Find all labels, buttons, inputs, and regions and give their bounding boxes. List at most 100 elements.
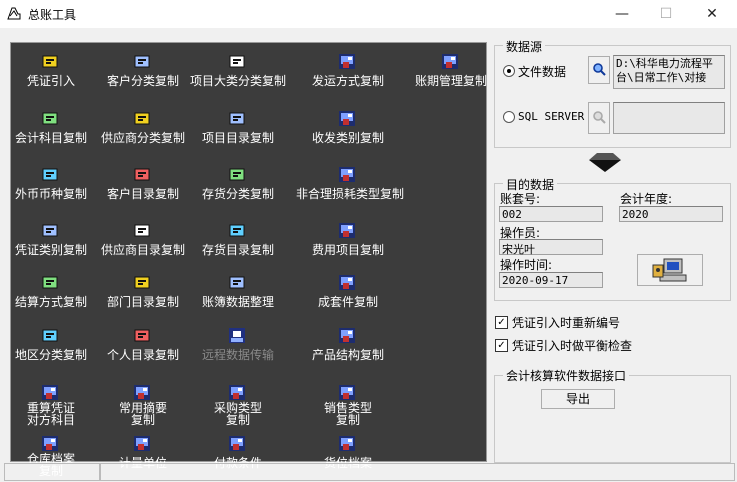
account-set-label: 账套号: xyxy=(500,192,541,206)
tool-25[interactable]: 重算凭证 对方科目 xyxy=(0,384,103,426)
balance-check-checkbox[interactable]: ✓ xyxy=(495,339,508,352)
tool-19[interactable]: 账簿数据整理 xyxy=(186,274,290,316)
personal-list-icon xyxy=(134,329,150,342)
generic-tool-icon xyxy=(339,275,355,290)
tool-28[interactable]: 销售类型 复制 xyxy=(296,384,400,426)
customer-category-icon xyxy=(134,55,150,68)
tool-label: 客户分类复制 xyxy=(106,74,179,88)
tool-8[interactable]: 收发类别复制 xyxy=(296,110,400,152)
file-path-field[interactable]: D:\科华电力流程平台\日常工作\对接 xyxy=(613,55,725,89)
minimize-button[interactable]: — xyxy=(599,0,645,28)
magnifier-icon xyxy=(593,111,606,124)
generic-tool-icon xyxy=(339,436,355,451)
tool-22[interactable]: 个人目录复制 xyxy=(91,327,195,369)
tool-21[interactable]: 地区分类复制 xyxy=(0,327,103,369)
tool-label: 非合理损耗类型复制 xyxy=(296,187,405,201)
tool-14[interactable]: 供应商目录复制 xyxy=(91,222,195,264)
down-arrow-icon xyxy=(589,153,621,172)
tool-label: 凭证类别复制 xyxy=(14,243,87,257)
optime-label: 操作时间: xyxy=(500,258,553,272)
inventory-category-icon xyxy=(229,168,245,181)
tool-27[interactable]: 采购类型 复制 xyxy=(186,384,290,426)
sql-server-radio[interactable] xyxy=(503,111,515,123)
window-title: 总账工具 xyxy=(28,8,77,22)
tool-label: 发运方式复制 xyxy=(311,74,384,88)
voucher-import-icon xyxy=(42,55,58,68)
tool-label: 账期管理复制 xyxy=(414,74,487,88)
tool-10[interactable]: 客户目录复制 xyxy=(91,166,195,208)
tool-11[interactable]: 存货分类复制 xyxy=(186,166,290,208)
tool-label: 部门目录复制 xyxy=(106,295,179,309)
renumber-checkbox[interactable]: ✓ xyxy=(495,316,508,329)
voucher-type-icon xyxy=(42,224,58,237)
project-category-icon xyxy=(229,55,245,68)
renumber-label: 凭证引入时重新编号 xyxy=(512,316,621,330)
balance-check-label: 凭证引入时做平衡检查 xyxy=(512,339,633,353)
file-data-radio[interactable] xyxy=(503,65,515,77)
tool-label: 销售类型 复制 xyxy=(323,401,372,427)
tool-2[interactable]: 项目大类分类复制 xyxy=(186,53,290,95)
tool-17[interactable]: 结算方式复制 xyxy=(0,274,103,316)
tool-16[interactable]: 费用项目复制 xyxy=(296,222,400,264)
tool-label: 采购类型 复制 xyxy=(213,401,262,427)
year-label: 会计年度: xyxy=(620,192,673,206)
tool-20[interactable]: 成套件复制 xyxy=(296,274,400,316)
tool-label: 常用摘要 复制 xyxy=(118,401,167,427)
tools-panel: 凭证引入 客户分类复制 项目大类分类复制 发运方式复制 账期管理复制 会计科目复制 供应商分… xyxy=(10,42,487,477)
app-icon xyxy=(7,7,21,20)
tool-7[interactable]: 项目目录复制 xyxy=(186,110,290,152)
tool-label: 成套件复制 xyxy=(317,295,378,309)
file-browse-button[interactable] xyxy=(588,56,610,84)
tool-13[interactable]: 凭证类别复制 xyxy=(0,222,103,264)
generic-tool-icon xyxy=(42,385,58,400)
run-button[interactable] xyxy=(637,254,703,286)
tool-label: 重算凭证 对方科目 xyxy=(26,401,75,427)
export-button[interactable]: 导出 xyxy=(541,389,615,409)
generic-tool-icon xyxy=(339,223,355,238)
tool-label: 产品结构复制 xyxy=(311,348,384,362)
tool-label: 账簿数据整理 xyxy=(201,295,274,309)
tool-label: 远程数据传输 xyxy=(201,348,274,362)
tool-5[interactable]: 会计科目复制 xyxy=(0,110,103,152)
status-bar-right xyxy=(100,463,735,481)
sql-browse-button[interactable] xyxy=(588,102,610,134)
generic-tool-icon xyxy=(442,54,458,69)
sql-server-label: SQL SERVER xyxy=(518,110,585,123)
tool-0[interactable]: 凭证引入 xyxy=(0,53,103,95)
generic-tool-icon xyxy=(229,436,245,451)
datasource-group-title: 数据源 xyxy=(503,38,546,55)
maximize-button[interactable]: ☐ xyxy=(643,0,689,28)
tool-24[interactable]: 产品结构复制 xyxy=(296,327,400,369)
tool-3[interactable]: 发运方式复制 xyxy=(296,53,400,95)
tool-18[interactable]: 部门目录复制 xyxy=(91,274,195,316)
close-button[interactable]: ✕ xyxy=(689,0,735,28)
tool-9[interactable]: 外币币种复制 xyxy=(0,166,103,208)
tool-label: 凭证引入 xyxy=(26,74,75,88)
tool-4[interactable]: 账期管理复制 xyxy=(399,53,503,95)
tool-12[interactable]: 非合理损耗类型复制 xyxy=(296,166,405,208)
year-field: 2020 xyxy=(619,206,723,222)
tool-label: 供应商目录复制 xyxy=(100,243,185,257)
department-icon xyxy=(134,276,150,289)
tool-label: 客户目录复制 xyxy=(106,187,179,201)
optime-field: 2020-09-17 xyxy=(499,272,603,288)
tool-label: 供应商分类复制 xyxy=(100,131,185,145)
tool-label: 个人目录复制 xyxy=(106,348,179,362)
supplier-category-icon xyxy=(134,112,150,125)
project-list-icon xyxy=(229,112,245,125)
tool-6[interactable]: 供应商分类复制 xyxy=(91,110,195,152)
tool-15[interactable]: 存货目录复制 xyxy=(186,222,290,264)
sql-server-field[interactable] xyxy=(613,102,725,134)
region-icon xyxy=(42,329,58,342)
interface-group-title: 会计核算软件数据接口 xyxy=(503,367,630,384)
supplier-list-icon xyxy=(134,224,150,237)
tool-23[interactable]: 远程数据传输 xyxy=(186,327,290,369)
customer-list-icon xyxy=(134,168,150,181)
tool-label: 收发类别复制 xyxy=(311,131,384,145)
magnifier-icon xyxy=(593,63,606,76)
tool-label: 地区分类复制 xyxy=(14,348,87,362)
tool-1[interactable]: 客户分类复制 xyxy=(91,53,195,95)
tool-26[interactable]: 常用摘要 复制 xyxy=(91,384,195,426)
ledger-cleanup-icon xyxy=(229,276,245,289)
status-bar-left xyxy=(4,463,100,481)
